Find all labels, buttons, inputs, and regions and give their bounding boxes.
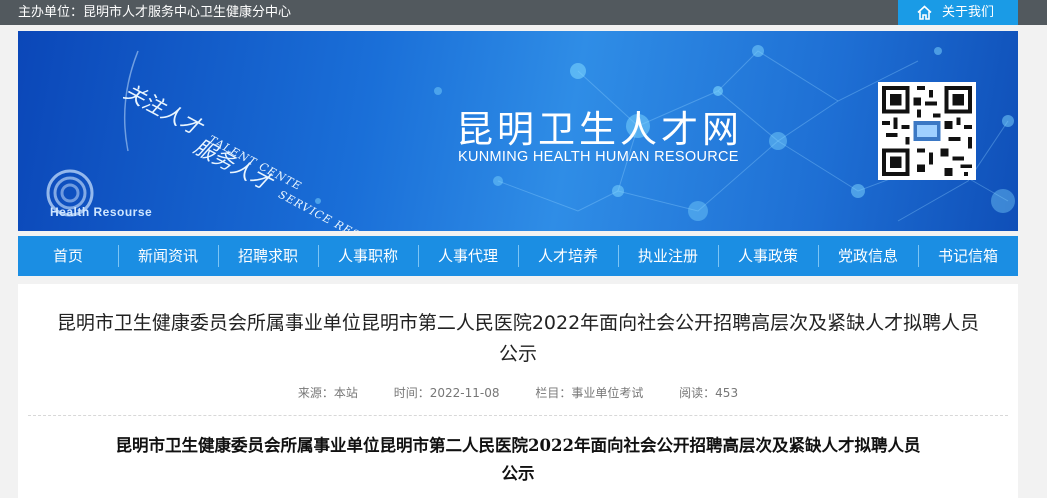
about-us-button[interactable]: 关于我们: [898, 0, 1018, 25]
meta-time: 时间：2022-11-08: [393, 386, 500, 400]
article-title-line2: 公示: [498, 343, 537, 365]
nav-item-home[interactable]: 首页: [18, 236, 118, 276]
content-title: 昆明市卫生健康委员会所属事业单位昆明市第二人民医院2022年面向社会公开招聘高层…: [28, 432, 1008, 488]
nav-item-practice-registration[interactable]: 执业注册: [618, 236, 718, 276]
nav-item-news[interactable]: 新闻资讯: [118, 236, 218, 276]
nav-item-personnel-titles[interactable]: 人事职称: [318, 236, 418, 276]
nav-item-recruitment[interactable]: 招聘求职: [218, 236, 318, 276]
nav-item-secretary-mailbox[interactable]: 书记信箱: [918, 236, 1018, 276]
content-title-line2: 公示: [501, 464, 535, 483]
site-subtitle: KUNMING HEALTH HUMAN RESOURCE: [458, 149, 739, 165]
qr-code-icon: [878, 82, 976, 180]
meta-column: 栏目：事业单位考试: [535, 386, 644, 400]
site-title: 昆明卫生人才网: [456, 108, 743, 151]
nav-item-personnel-agency[interactable]: 人事代理: [418, 236, 518, 276]
sponsor-text: 主办单位：昆明市人才服务中心卫生健康分中心: [18, 5, 292, 20]
meta-source: 来源：本站: [297, 386, 358, 400]
logo-text: Health Resourse: [50, 205, 153, 219]
main-nav: 首页 新闻资讯 招聘求职 人事职称 人事代理 人才培养 执业注册 人事政策 党政…: [18, 236, 1018, 276]
nav-item-personnel-policy[interactable]: 人事政策: [718, 236, 818, 276]
nav-item-party-info[interactable]: 党政信息: [818, 236, 918, 276]
top-bar: 主办单位：昆明市人才服务中心卫生健康分中心 关于我们: [0, 0, 1047, 25]
content-title-line1: 昆明市卫生健康委员会所属事业单位昆明市第二人民医院2022年面向社会公开招聘高层…: [115, 436, 921, 455]
meta-views: 阅读：453: [679, 386, 739, 400]
article-title: 昆明市卫生健康委员会所属事业单位昆明市第二人民医院2022年面向社会公开招聘高层…: [28, 308, 1008, 370]
header-banner: 关注人才 TALENT CENTE 服务人才 SERVICE RESOURCES…: [18, 31, 1018, 231]
article-title-line1: 昆明市卫生健康委员会所属事业单位昆明市第二人民医院2022年面向社会公开招聘高层…: [56, 312, 980, 334]
article-panel: 昆明市卫生健康委员会所属事业单位昆明市第二人民医院2022年面向社会公开招聘高层…: [18, 284, 1018, 498]
home-icon: [917, 5, 932, 20]
nav-item-talent-training[interactable]: 人才培养: [518, 236, 618, 276]
about-us-label: 关于我们: [942, 5, 995, 20]
divider: [28, 415, 1008, 416]
article-meta: 来源：本站 时间：2022-11-08 栏目：事业单位考试 阅读：453: [18, 384, 1018, 401]
